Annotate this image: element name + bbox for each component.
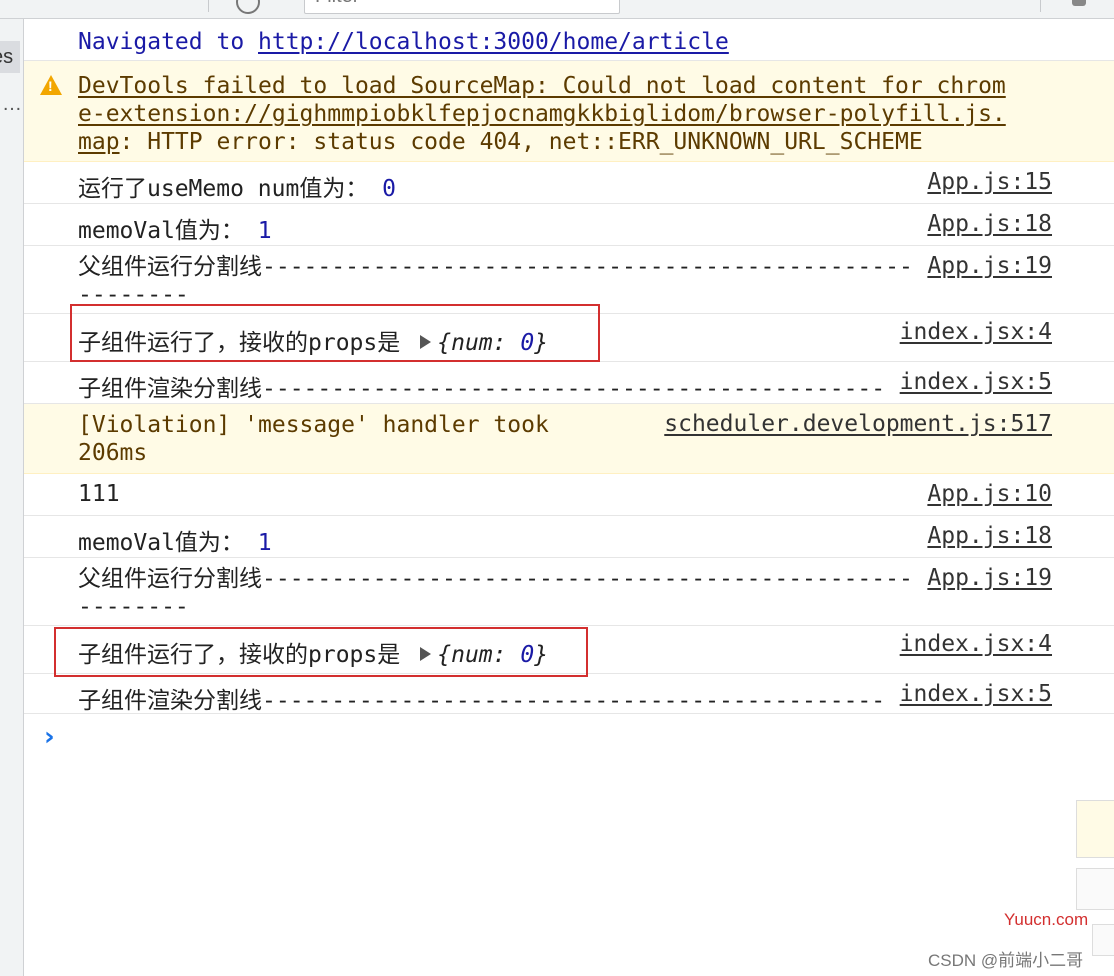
sourcemap-link-part[interactable]: map — [78, 129, 120, 155]
source-link[interactable]: scheduler.development.js:517 — [664, 411, 1052, 437]
log-message: 父组件运行分割线--------------------------------… — [78, 254, 913, 308]
filter-input[interactable]: Filter — [304, 0, 620, 14]
console-row-violation: [Violation] 'message' handler took 206ms … — [24, 404, 1114, 474]
thumbnail-image — [1076, 800, 1114, 858]
log-message: memoVal值为： 1 — [78, 530, 272, 556]
highlight-box — [54, 627, 588, 677]
toolbar-divider — [1040, 0, 1041, 12]
watermark-author: CSDN @前端小二哥 — [928, 951, 1084, 970]
sidebar: es … — [0, 19, 24, 976]
devtools-toolbar: Filter — [0, 0, 1114, 19]
navigated-url-link[interactable]: http://localhost:3000/home/article — [258, 29, 729, 55]
source-link[interactable]: App.js:19 — [927, 253, 1052, 279]
log-value: 1 — [257, 530, 272, 556]
sidebar-tab[interactable]: es — [0, 41, 20, 73]
clear-console-icon[interactable] — [236, 0, 260, 14]
log-message: 子组件渲染分割线--------------------------------… — [78, 688, 886, 714]
log-message: 子组件渲染分割线--------------------------------… — [78, 376, 886, 402]
thumbnail-image — [1076, 868, 1114, 910]
warning-message: DevTools failed to load SourceMap: Could… — [78, 73, 1006, 155]
console-prompt-icon[interactable]: › — [44, 722, 55, 752]
log-value: 0 — [382, 176, 397, 202]
source-link[interactable]: index.jsx:4 — [900, 319, 1052, 345]
console-row: 父组件运行分割线--------------------------------… — [24, 558, 1114, 626]
console-row: 运行了useMemo num值为： 0 App.js:15 — [24, 162, 1114, 204]
highlight-box — [70, 304, 600, 362]
console-row: memoVal值为： 1 App.js:18 — [24, 204, 1114, 246]
filter-placeholder: Filter — [315, 0, 359, 8]
console-row: 子组件渲染分割线--------------------------------… — [24, 674, 1114, 714]
console-row-navigation: Navigated to http://localhost:3000/home/… — [24, 19, 1114, 61]
log-message: memoVal值为： 1 — [78, 218, 272, 244]
source-link[interactable]: index.jsx:5 — [900, 369, 1052, 395]
sourcemap-link-part[interactable]: e-extension://gighmmpiobklfepjocnamgkkbi… — [78, 101, 1006, 127]
navigation-message: Navigated to http://localhost:3000/home/… — [78, 29, 729, 55]
log-message: 父组件运行分割线--------------------------------… — [78, 566, 913, 620]
watermark-site: Yuucn.com — [1004, 910, 1089, 929]
source-link[interactable]: App.js:15 — [927, 169, 1052, 195]
console-row: 111 App.js:10 — [24, 474, 1114, 516]
source-link[interactable]: index.jsx:5 — [900, 681, 1052, 707]
log-message: 111 — [78, 481, 120, 507]
source-link[interactable]: App.js:18 — [927, 523, 1052, 549]
toolbar-divider — [208, 0, 209, 12]
settings-icon[interactable] — [1072, 0, 1086, 6]
source-link[interactable]: App.js:10 — [927, 481, 1052, 507]
sourcemap-link-part[interactable]: DevTools failed to load SourceMap: Could… — [78, 73, 1006, 99]
violation-message: [Violation] 'message' handler took 206ms — [78, 412, 549, 466]
console-row-warning: DevTools failed to load SourceMap: Could… — [24, 61, 1114, 162]
log-message: 运行了useMemo num值为： 0 — [78, 176, 397, 202]
log-value: 1 — [257, 218, 272, 244]
source-link[interactable]: App.js:19 — [927, 565, 1052, 591]
source-link[interactable]: index.jsx:4 — [900, 631, 1052, 657]
source-link[interactable]: App.js:18 — [927, 211, 1052, 237]
warning-icon — [40, 75, 62, 95]
console-row: 子组件渲染分割线--------------------------------… — [24, 362, 1114, 404]
console-row: memoVal值为： 1 App.js:18 — [24, 516, 1114, 558]
more-icon[interactable]: … — [2, 93, 22, 116]
thumbnail-image — [1092, 924, 1114, 956]
